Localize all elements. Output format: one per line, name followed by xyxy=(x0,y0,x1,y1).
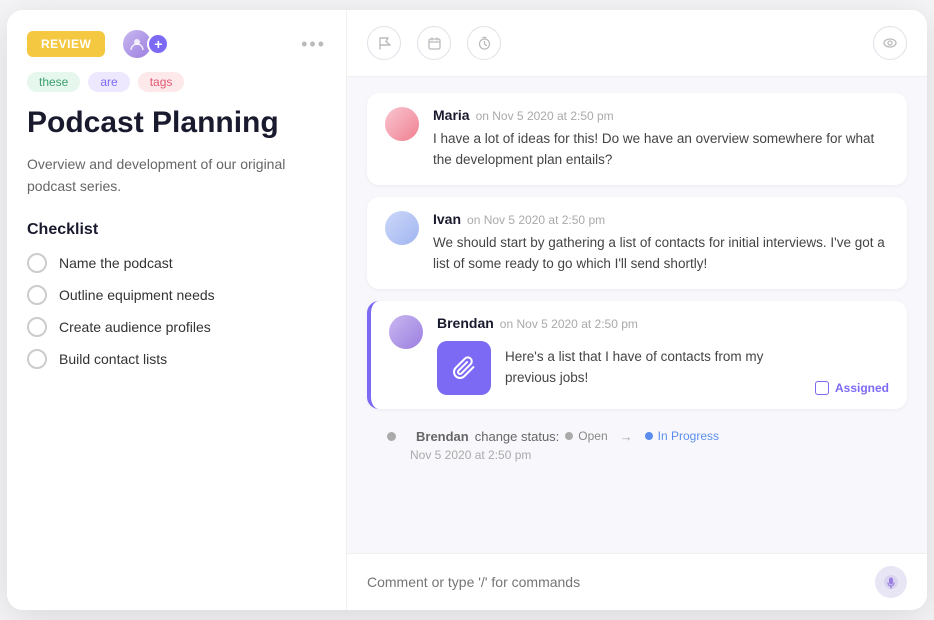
arrow-icon: → xyxy=(620,429,633,444)
right-header xyxy=(347,10,927,77)
flag-button[interactable] xyxy=(367,26,401,60)
assigned-checkbox[interactable] xyxy=(815,381,829,395)
message-header: Brendan on Nov 5 2020 at 2:50 pm xyxy=(437,315,889,331)
message-time: on Nov 5 2020 at 2:50 pm xyxy=(467,213,605,227)
message-author: Ivan xyxy=(433,211,461,227)
message-author: Maria xyxy=(433,107,470,123)
checkbox-4[interactable] xyxy=(27,349,47,369)
page-title: Podcast Planning xyxy=(27,106,326,141)
checklist-item: Outline equipment needs xyxy=(27,285,326,305)
message-body: Ivan on Nov 5 2020 at 2:50 pm We should … xyxy=(433,211,889,275)
status-line: Brendan change status: Open → In Progres… xyxy=(387,429,887,444)
message-header: Ivan on Nov 5 2020 at 2:50 pm xyxy=(433,211,889,227)
message-card-brendan: Brendan on Nov 5 2020 at 2:50 pm Here's … xyxy=(367,301,907,409)
review-button[interactable]: REVIEW xyxy=(27,31,105,57)
checklist-item: Create audience profiles xyxy=(27,317,326,337)
tags-row: these are tags xyxy=(7,72,346,106)
avatar-group: + xyxy=(121,28,169,60)
app-window: REVIEW + ••• these are tags Podcast Plan… xyxy=(7,10,927,610)
checklist-item-label: Build contact lists xyxy=(59,351,167,367)
message-time: on Nov 5 2020 at 2:50 pm xyxy=(500,317,638,331)
left-panel: REVIEW + ••• these are tags Podcast Plan… xyxy=(7,10,347,610)
message-text: We should start by gathering a list of c… xyxy=(433,233,889,275)
status-change-block: Brendan change status: Open → In Progres… xyxy=(367,421,907,464)
message-body: Maria on Nov 5 2020 at 2:50 pm I have a … xyxy=(433,107,889,171)
attachment-icon[interactable] xyxy=(437,341,491,395)
message-body: Brendan on Nov 5 2020 at 2:50 pm Here's … xyxy=(437,315,889,395)
checklist-item-label: Name the podcast xyxy=(59,255,173,271)
tag-are[interactable]: are xyxy=(88,72,129,92)
checklist-item: Build contact lists xyxy=(27,349,326,369)
status-to: In Progress xyxy=(645,429,719,443)
eye-button[interactable] xyxy=(873,26,907,60)
tag-tags[interactable]: tags xyxy=(138,72,185,92)
tag-these[interactable]: these xyxy=(27,72,80,92)
message-text: I have a lot of ideas for this! Do we ha… xyxy=(433,129,889,171)
left-header: REVIEW + ••• xyxy=(7,10,346,72)
status-dot-indicator xyxy=(387,432,396,441)
checkbox-1[interactable] xyxy=(27,253,47,273)
checklist: Name the podcast Outline equipment needs… xyxy=(27,253,326,369)
message-author: Brendan xyxy=(437,315,494,331)
message-header: Maria on Nov 5 2020 at 2:50 pm xyxy=(433,107,889,123)
progress-dot xyxy=(645,432,653,440)
status-timestamp: Nov 5 2020 at 2:50 pm xyxy=(410,448,531,462)
right-panel: Maria on Nov 5 2020 at 2:50 pm I have a … xyxy=(347,10,927,610)
comment-send-button[interactable] xyxy=(875,566,907,598)
attachment-box: Here's a list that I have of contacts fr… xyxy=(437,341,889,395)
checkbox-2[interactable] xyxy=(27,285,47,305)
left-content: Podcast Planning Overview and developmen… xyxy=(7,106,346,610)
timer-button[interactable] xyxy=(467,26,501,60)
message-card-ivan: Ivan on Nov 5 2020 at 2:50 pm We should … xyxy=(367,197,907,289)
message-time: on Nov 5 2020 at 2:50 pm xyxy=(476,109,614,123)
message-card-maria: Maria on Nov 5 2020 at 2:50 pm I have a … xyxy=(367,93,907,185)
avatar-brendan xyxy=(389,315,423,349)
avatar-ivan xyxy=(385,211,419,245)
checklist-item-label: Create audience profiles xyxy=(59,319,211,335)
attachment-text: Here's a list that I have of contacts fr… xyxy=(505,347,801,388)
messages-area: Maria on Nov 5 2020 at 2:50 pm I have a … xyxy=(347,77,927,553)
add-avatar-button[interactable]: + xyxy=(147,33,169,55)
checklist-item-label: Outline equipment needs xyxy=(59,287,215,303)
comment-input[interactable] xyxy=(367,574,875,590)
checklist-item: Name the podcast xyxy=(27,253,326,273)
checklist-title: Checklist xyxy=(27,221,326,239)
assigned-badge: Assigned xyxy=(815,381,889,395)
calendar-button[interactable] xyxy=(417,26,451,60)
status-change-label: change status: xyxy=(475,429,560,444)
avatar-maria xyxy=(385,107,419,141)
status-from: Open xyxy=(565,429,607,443)
page-description: Overview and development of our original… xyxy=(27,153,326,198)
open-dot xyxy=(565,432,573,440)
assigned-label: Assigned xyxy=(835,381,889,395)
checkbox-3[interactable] xyxy=(27,317,47,337)
more-options-button[interactable]: ••• xyxy=(301,34,326,55)
comment-bar xyxy=(347,553,927,610)
status-author: Brendan xyxy=(416,429,469,444)
